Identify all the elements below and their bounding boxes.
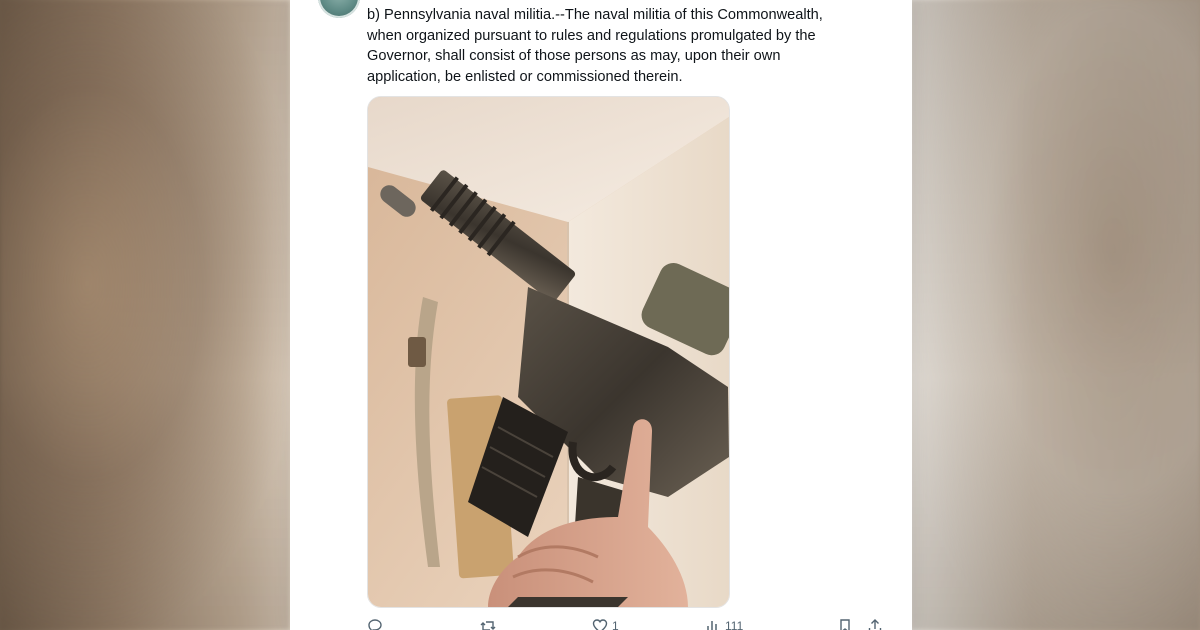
photo-rifle-image xyxy=(368,97,729,607)
reply-button[interactable] xyxy=(367,618,383,630)
retweet-icon xyxy=(480,621,496,630)
tweet-text-line: b) Pennsylvania naval militia.--The nava… xyxy=(367,7,823,23)
like-button[interactable]: 1 xyxy=(592,618,619,630)
tweet-action-bar: 1 111 xyxy=(367,618,887,630)
reply-icon xyxy=(368,619,382,630)
heart-icon xyxy=(592,619,608,630)
avatar[interactable] xyxy=(318,0,360,18)
share-button[interactable] xyxy=(867,618,883,630)
tweet-photo[interactable] xyxy=(367,96,730,608)
views-count: 111 xyxy=(725,619,744,630)
blurred-background-left xyxy=(0,0,290,630)
tweet-body-text: b) Pennsylvania naval militia.--The nava… xyxy=(367,5,887,87)
share-icon xyxy=(868,619,882,630)
retweet-button[interactable] xyxy=(480,618,496,630)
bookmark-icon xyxy=(840,619,850,630)
views-button[interactable]: 111 xyxy=(705,618,743,630)
video-frame: b) Pennsylvania naval militia.--The nava… xyxy=(0,0,1200,630)
bookmark-button[interactable] xyxy=(837,618,853,630)
tweet-text-line: when organized pursuant to rules and reg… xyxy=(367,27,816,44)
blurred-background-right xyxy=(910,0,1200,630)
views-bar-chart-icon xyxy=(707,621,717,630)
tweet-text-line: Governor, shall consist of those persons… xyxy=(367,48,781,64)
like-count: 1 xyxy=(612,619,619,630)
tweet-card: b) Pennsylvania naval militia.--The nava… xyxy=(290,0,912,630)
tweet-text-line: application, be enlisted or commissioned… xyxy=(367,68,683,85)
